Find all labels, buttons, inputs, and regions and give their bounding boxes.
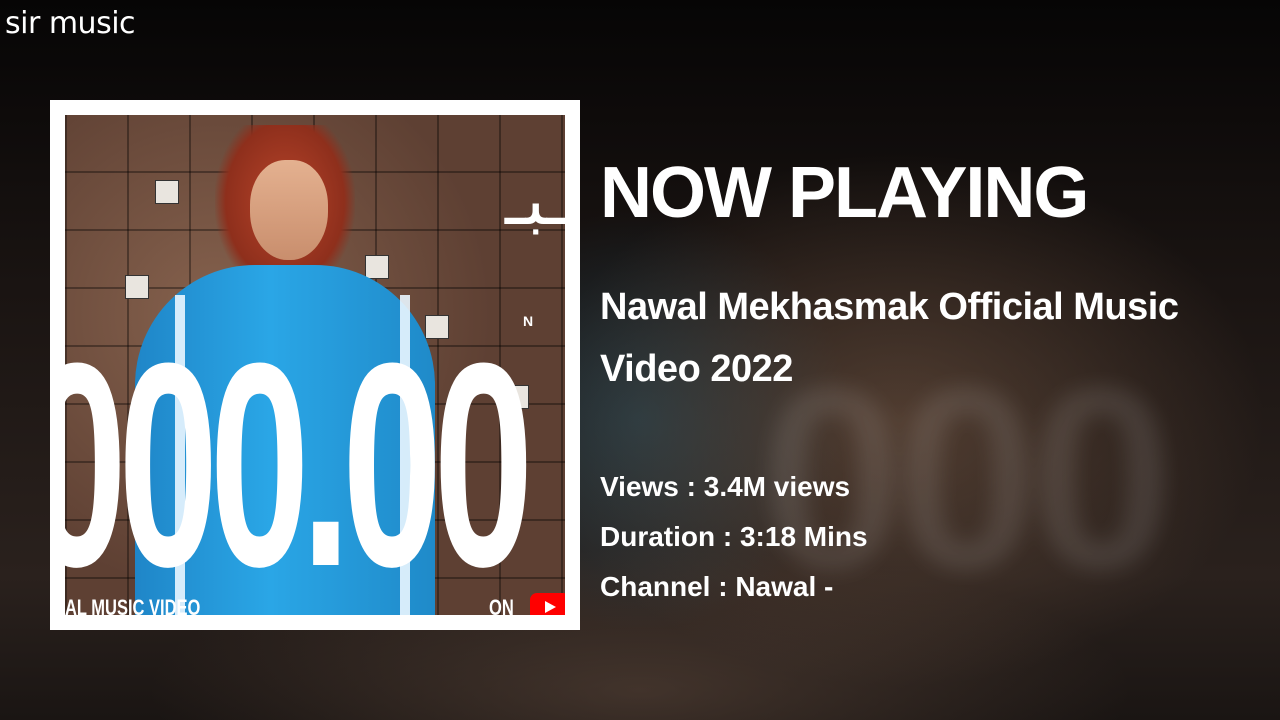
views-count: Views : 3.4M views bbox=[600, 471, 851, 502]
song-meta: Views : 3.4M views Duration : 3:18 Mins … bbox=[600, 462, 1260, 612]
cover-bottom-text: AL MUSIC VIDEO bbox=[65, 595, 201, 615]
brand-logo-text: sir music bbox=[5, 6, 136, 41]
box-label bbox=[365, 255, 389, 279]
cover-big-number: 000.00 bbox=[65, 303, 534, 615]
album-cover-image: ـبـ N 000.00 AL MUSIC VIDEO ON bbox=[65, 115, 565, 615]
arabic-title-mark: ـبـ bbox=[505, 159, 565, 241]
album-cover-frame: ـبـ N 000.00 AL MUSIC VIDEO ON bbox=[50, 100, 580, 630]
song-title: Nawal Mekhasmak Official Music Video 202… bbox=[600, 286, 1179, 390]
now-playing-panel: NOW PLAYING Nawal Mekhasmak Official Mus… bbox=[600, 150, 1260, 612]
singer-face bbox=[250, 160, 328, 260]
cover-on-text: ON bbox=[489, 595, 514, 615]
now-playing-heading: NOW PLAYING bbox=[600, 153, 1089, 233]
box-label bbox=[155, 180, 179, 204]
duration: Duration : 3:18 Mins bbox=[600, 521, 868, 552]
box-label bbox=[125, 275, 149, 299]
channel-name: Channel : Nawal - bbox=[600, 571, 834, 602]
youtube-icon bbox=[530, 593, 565, 615]
